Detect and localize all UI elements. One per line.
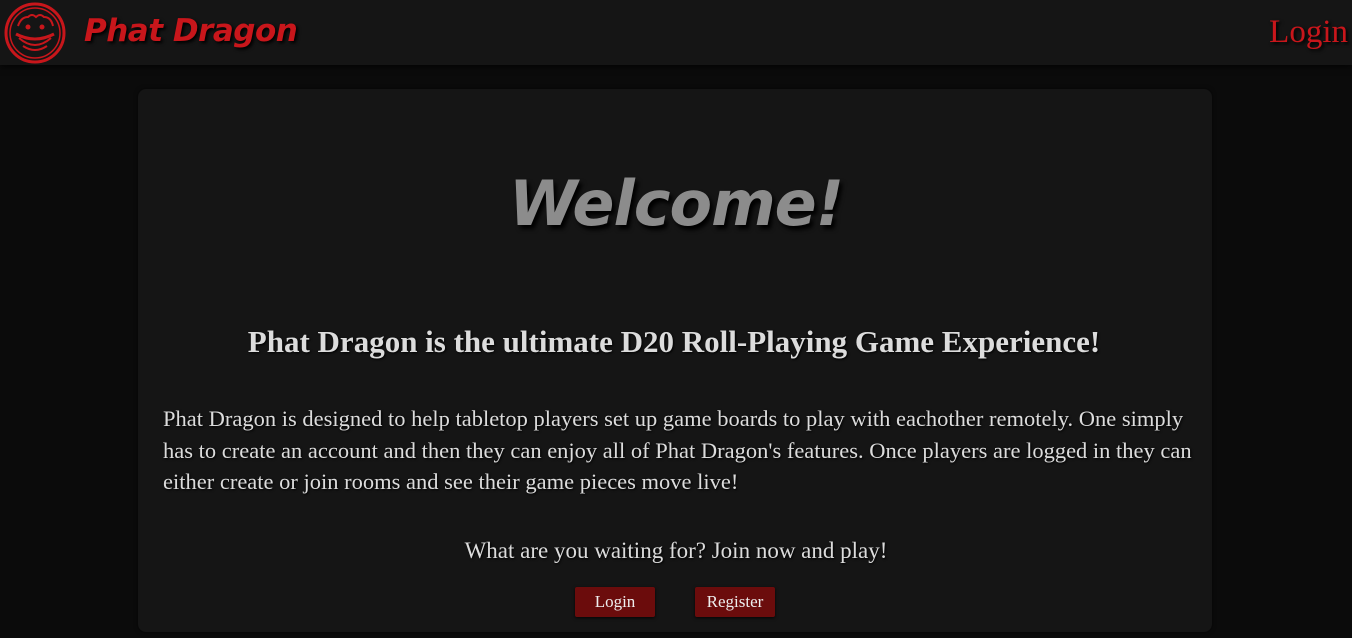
- description-text: Phat Dragon is designed to help tabletop…: [163, 406, 1192, 494]
- subtitle-heading: Phat Dragon is the ultimate D20 Roll-Pla…: [247, 324, 1101, 359]
- top-navbar: Phat Dragon Login: [0, 0, 1352, 65]
- login-button[interactable]: Login: [575, 587, 655, 617]
- navbar-login-link[interactable]: Login: [1269, 11, 1348, 53]
- dragon-logo-icon[interactable]: [4, 2, 66, 64]
- welcome-heading: Welcome!: [509, 167, 844, 240]
- call-to-action-text: What are you waiting for? Join now and p…: [464, 538, 888, 563]
- brand-title[interactable]: Phat Dragon: [84, 9, 298, 53]
- register-button[interactable]: Register: [695, 587, 775, 617]
